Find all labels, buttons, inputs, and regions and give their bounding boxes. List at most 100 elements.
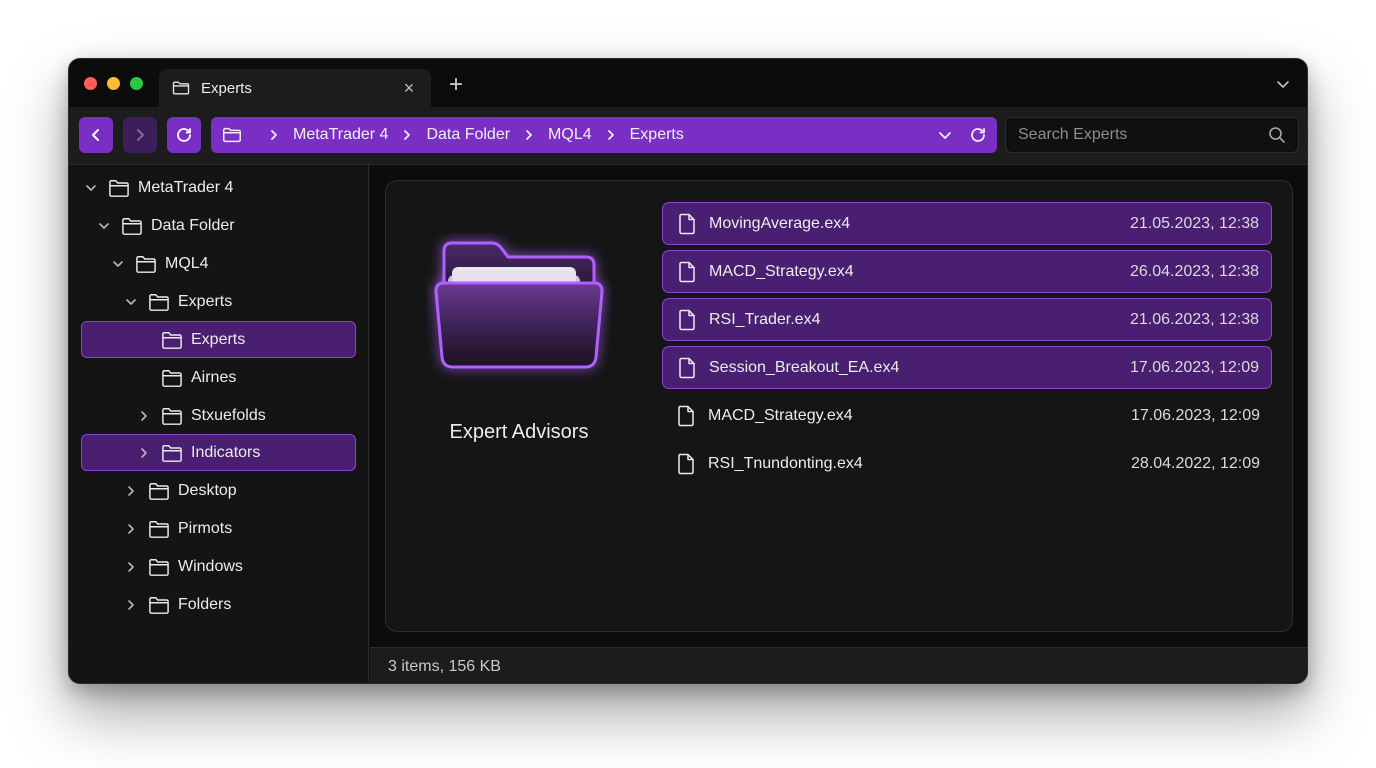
sidebar-item-experts-selected[interactable]: Experts	[81, 321, 356, 358]
reload-button[interactable]	[167, 117, 201, 153]
sidebar-item-folders[interactable]: Folders	[81, 586, 356, 623]
chevron-placeholder	[137, 333, 151, 347]
file-icon	[679, 213, 695, 234]
back-button[interactable]	[79, 117, 113, 153]
file-row[interactable]: RSI_Tnundonting.ex4 28.04.2022, 12:09	[662, 442, 1272, 485]
file-name: RSI_Trader.ex4	[709, 310, 821, 328]
sidebar-item-label: Stxuefolds	[191, 406, 266, 424]
sidebar-item-label: Pirmots	[178, 519, 233, 537]
file-date: 21.05.2023, 12:38	[1129, 214, 1259, 232]
file-icon	[679, 309, 695, 330]
address-bar[interactable]: MetaTrader 4 Data Folder MQL4 Experts	[211, 117, 997, 153]
folder-icon	[122, 217, 142, 235]
sidebar-item-metatrader-4[interactable]: MetaTrader 4	[81, 169, 356, 206]
sidebar-item-windows[interactable]: Windows	[81, 548, 356, 585]
breadcrumb-item[interactable]: MQL4	[548, 126, 592, 144]
sidebar-item-pirmots[interactable]: Pirmots	[81, 510, 356, 547]
search-box[interactable]	[1005, 117, 1299, 153]
sidebar-item-label: Airnes	[191, 368, 237, 386]
breadcrumb-item[interactable]: MetaTrader 4	[293, 126, 388, 144]
chevron-right-icon[interactable]	[124, 484, 138, 498]
status-bar: 3 items, 156 KB	[370, 647, 1307, 683]
folder-content-card: Expert Advisors MovingAverage.ex4 21.05.…	[385, 180, 1293, 632]
tab-bar: Experts × +	[69, 59, 1307, 107]
file-date: 17.06.2023, 12:09	[1129, 358, 1259, 376]
chevron-right-icon	[271, 130, 277, 140]
folder-icon	[109, 179, 129, 197]
folder-icon	[149, 558, 169, 576]
file-row[interactable]: MACD_Strategy.ex4 26.04.2023, 12:38	[662, 250, 1272, 293]
file-name: RSI_Tnundonting.ex4	[708, 454, 863, 472]
sidebar-item-indicators[interactable]: Indicators	[81, 434, 356, 471]
file-date: 28.04.2022, 12:09	[1130, 454, 1260, 472]
chevron-right-icon[interactable]	[124, 598, 138, 612]
file-name: MovingAverage.ex4	[709, 214, 851, 232]
close-tab-icon[interactable]: ×	[399, 78, 419, 99]
sidebar-item-airnes[interactable]: Airnes	[81, 359, 356, 396]
chevron-right-icon[interactable]	[124, 560, 138, 574]
file-row[interactable]: MovingAverage.ex4 21.05.2023, 12:38	[662, 202, 1272, 245]
sidebar-item-mql4[interactable]: MQL4	[81, 245, 356, 282]
chevron-right-icon[interactable]	[137, 409, 151, 423]
folder-icon	[149, 596, 169, 614]
sidebar-item-desktop[interactable]: Desktop	[81, 472, 356, 509]
chevron-right-icon[interactable]	[137, 446, 151, 460]
sidebar-item-data-folder[interactable]: Data Folder	[81, 207, 356, 244]
sidebar-item-label: Experts	[191, 330, 246, 348]
chevron-right-icon[interactable]	[124, 522, 138, 536]
minimize-window-button[interactable]	[107, 77, 120, 90]
sidebar-item-label: MetaTrader 4	[138, 178, 234, 196]
toolbar: MetaTrader 4 Data Folder MQL4 Experts	[69, 107, 1307, 165]
maximize-window-button[interactable]	[130, 77, 143, 90]
sidebar-item-label: Experts	[178, 292, 233, 310]
chevron-down-icon[interactable]	[111, 257, 125, 271]
search-input[interactable]	[1018, 126, 1268, 144]
new-tab-button[interactable]: +	[445, 73, 467, 97]
refresh-icon	[177, 128, 191, 142]
forward-button[interactable]	[123, 117, 157, 153]
chevron-down-icon[interactable]	[124, 295, 138, 309]
chevron-right-icon	[137, 129, 144, 141]
tab-title: Experts	[201, 79, 252, 97]
folder-icon	[149, 482, 169, 500]
chevron-down-icon[interactable]	[97, 219, 111, 233]
close-window-button[interactable]	[84, 77, 97, 90]
chevron-right-icon	[404, 130, 411, 140]
file-name: Session_Breakout_EA.ex4	[709, 358, 900, 376]
sidebar-item-label: Windows	[178, 557, 243, 575]
chevron-down-icon[interactable]	[937, 127, 953, 143]
file-row[interactable]: Session_Breakout_EA.ex4 17.06.2023, 12:0…	[662, 346, 1272, 389]
file-explorer-window: Experts × + MetaTrader 4 Data Folder MQL…	[68, 58, 1308, 684]
file-icon	[678, 405, 694, 426]
breadcrumb-item[interactable]: Data Folder	[426, 126, 510, 144]
sidebar-item-stxuefolds[interactable]: Stxuefolds	[81, 397, 356, 434]
sidebar-item-label: MQL4	[165, 254, 209, 272]
folder-icon	[149, 293, 169, 311]
file-row[interactable]: RSI_Trader.ex4 21.06.2023, 12:38	[662, 298, 1272, 341]
file-date: 17.06.2023, 12:09	[1130, 406, 1260, 424]
search-icon[interactable]	[1268, 126, 1286, 144]
chevron-right-icon	[526, 130, 532, 140]
file-date: 26.04.2023, 12:38	[1129, 262, 1259, 280]
folder-icon	[136, 255, 156, 273]
status-text: 3 items, 156 KB	[388, 657, 501, 675]
folder-icon	[162, 444, 182, 462]
sidebar-tree: MetaTrader 4 Data Folder MQL4 Experts Ex…	[69, 165, 369, 683]
chevron-down-icon[interactable]	[84, 181, 98, 195]
refresh-icon[interactable]	[969, 126, 987, 144]
file-row[interactable]: MACD_Strategy.ex4 17.06.2023, 12:09	[662, 394, 1272, 437]
tab-experts[interactable]: Experts ×	[159, 69, 431, 107]
sidebar-item-label: Data Folder	[151, 216, 235, 234]
file-name: MACD_Strategy.ex4	[708, 406, 853, 424]
sidebar-item-experts[interactable]: Experts	[81, 283, 356, 320]
main-panel: Expert Advisors MovingAverage.ex4 21.05.…	[370, 165, 1307, 647]
folder-icon[interactable]	[426, 233, 612, 391]
breadcrumb-item[interactable]: Experts	[630, 126, 684, 144]
file-date: 21.06.2023, 12:38	[1129, 310, 1259, 328]
chevron-right-icon	[607, 130, 614, 140]
file-icon	[679, 261, 695, 282]
chevron-left-icon	[92, 129, 99, 141]
file-icon	[678, 453, 694, 474]
chevron-down-icon[interactable]	[1275, 76, 1291, 92]
folder-icon	[149, 520, 169, 538]
